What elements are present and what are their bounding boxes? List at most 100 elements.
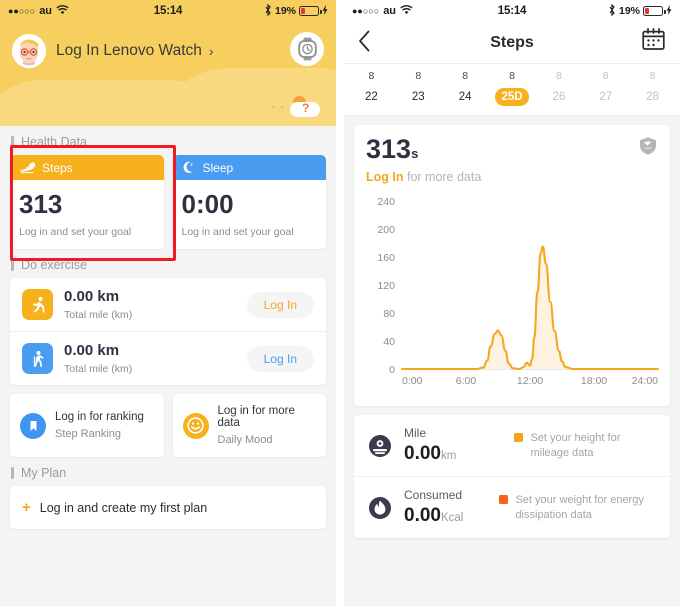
battery-icon bbox=[299, 6, 322, 16]
calendar-icon[interactable] bbox=[641, 28, 666, 57]
profile-hero-banner: Log In Lenovo Watch › - - ? bbox=[0, 22, 336, 126]
y-tick-label: 240 bbox=[377, 196, 395, 208]
chart-card-header: 313s Log In for more data bbox=[366, 136, 658, 184]
chart-line bbox=[400, 245, 660, 371]
steps-card-body: 313 Log in and set your goal bbox=[10, 180, 164, 249]
watch-device-button[interactable] bbox=[290, 32, 324, 66]
metric-warning: Set your weight for energy dissipation d… bbox=[499, 493, 657, 523]
weather-sun-cloud-icon: ? bbox=[288, 96, 322, 118]
warning-text: Set your weight for energy dissipation d… bbox=[515, 493, 644, 521]
chevron-right-icon: › bbox=[208, 43, 214, 59]
date-cell-24[interactable]: 8 24 bbox=[442, 70, 489, 106]
steps-card-label: Steps bbox=[42, 160, 73, 175]
date-month-label: 8 bbox=[509, 70, 515, 82]
charging-bolt-icon bbox=[666, 4, 672, 18]
sleep-card-header: z Sleep bbox=[172, 155, 326, 180]
plus-icon: + bbox=[22, 499, 31, 516]
metric-label: Consumed bbox=[404, 488, 463, 502]
daily-mood-text: Log in for more data Daily Mood bbox=[218, 405, 317, 446]
metric-row-consumed[interactable]: Consumed 0.00Kcal Set your weight for ener… bbox=[354, 476, 670, 538]
section-bar-icon bbox=[11, 467, 14, 479]
health-data-section-title: Health Data bbox=[0, 126, 336, 155]
metric-value: 0.00km bbox=[404, 443, 457, 464]
battery-percent-label: 19% bbox=[275, 5, 297, 17]
chart-login-prompt[interactable]: Log In for more data bbox=[366, 170, 481, 184]
login-title-label: Log In Lenovo Watch bbox=[56, 42, 202, 59]
y-tick-label: 160 bbox=[377, 252, 395, 264]
date-day-label: 28 bbox=[646, 91, 659, 103]
x-tick-label: 18:00 bbox=[581, 375, 607, 387]
signal-dots-icon: ●●○○○ bbox=[352, 5, 380, 16]
date-cell-27[interactable]: 8 27 bbox=[582, 70, 629, 106]
date-month-label: 8 bbox=[649, 70, 656, 82]
carrier-label: au bbox=[383, 5, 397, 17]
metric-value: 0.00Kcal bbox=[404, 505, 464, 526]
running-distance-label: Total mile (km) bbox=[64, 309, 133, 321]
bluetooth-icon bbox=[264, 3, 272, 19]
step-ranking-card[interactable]: Log in for ranking Step Ranking bbox=[10, 394, 164, 457]
exercise-section-title: Do exercise bbox=[0, 249, 336, 278]
walking-login-button[interactable]: Log In bbox=[246, 345, 314, 372]
wifi-icon bbox=[400, 4, 413, 18]
chart-area-fill bbox=[402, 246, 658, 369]
user-avatar-icon[interactable] bbox=[12, 34, 46, 68]
date-day-label: 23 bbox=[411, 91, 425, 103]
weather-widget[interactable]: - - ? bbox=[272, 96, 322, 118]
login-title-row[interactable]: Log In Lenovo Watch › bbox=[56, 42, 214, 60]
x-tick-label: 12:00 bbox=[517, 375, 543, 387]
svg-text:z: z bbox=[190, 162, 193, 168]
shoe-icon bbox=[20, 162, 36, 174]
chart-steps-unit: s bbox=[411, 146, 419, 161]
achievement-shield-icon[interactable] bbox=[638, 136, 658, 161]
metric-row-mile[interactable]: Mile 0.00km Set your height for mileage da… bbox=[354, 415, 670, 476]
weather-temp-label: - - bbox=[271, 101, 285, 113]
section-bar-icon bbox=[11, 259, 14, 271]
mile-pin-icon bbox=[367, 433, 393, 459]
warning-text: Set your height for mileage data bbox=[530, 431, 621, 459]
exercise-card: 0.00 km Total mile (km) Log In 0.00 km T… bbox=[10, 278, 326, 385]
create-plan-label: Log in and create my first plan bbox=[39, 500, 208, 515]
metrics-card: Mile 0.00km Set your height for mileage da… bbox=[354, 415, 670, 538]
my-plan-section-title: My Plan bbox=[0, 457, 336, 486]
metric-label: Mile bbox=[404, 426, 427, 440]
step-ranking-line2: Step Ranking bbox=[55, 428, 122, 440]
exercise-row-walking[interactable]: 0.00 km Total mile (km) Log In bbox=[10, 331, 326, 385]
y-tick-label: 200 bbox=[377, 224, 395, 236]
x-tick-label: 24:00 bbox=[632, 375, 658, 387]
watch-icon bbox=[297, 37, 317, 61]
left-phone-screen: ●●○○○ au 15:14 19% Log In Lenovo Watch ›… bbox=[0, 0, 336, 606]
create-plan-card[interactable]: + Log in and create my first plan bbox=[10, 486, 326, 529]
battery-percent-label: 19% bbox=[619, 5, 641, 17]
date-cell-28[interactable]: 8 28 bbox=[629, 70, 676, 106]
status-bar-left: ●●○○○ au 15:14 19% bbox=[0, 0, 336, 22]
running-login-button[interactable]: Log In bbox=[246, 291, 314, 318]
date-cell-25D[interactable]: 8 25D bbox=[489, 70, 536, 106]
chart-login-link[interactable]: Log In bbox=[366, 170, 404, 184]
y-tick-label: 120 bbox=[377, 280, 395, 292]
y-tick-label: 0 bbox=[389, 364, 395, 376]
warning-square-icon bbox=[514, 432, 524, 442]
steps-area-chart: 0 40 80 120 160 200 240 0:00 6:00 12:00 18:00 24:00 bbox=[366, 193, 660, 398]
date-cell-26[interactable]: 8 26 bbox=[535, 70, 582, 106]
back-chevron-icon[interactable] bbox=[358, 30, 371, 56]
warning-square-icon bbox=[499, 494, 509, 504]
dual-screenshot: ●●○○○ au 15:14 19% Log In Lenovo Watch ›… bbox=[0, 0, 680, 606]
steps-card[interactable]: Steps 313 Log in and set your goal bbox=[10, 155, 164, 249]
date-cell-22[interactable]: 8 22 bbox=[348, 70, 395, 106]
metric-warning: Set your height for mileage data bbox=[514, 431, 657, 461]
date-cell-23[interactable]: 8 23 bbox=[395, 70, 442, 106]
sleep-card[interactable]: z Sleep 0:00 Log in and set your goal bbox=[172, 155, 326, 249]
daily-mood-card[interactable]: Log in for more data Daily Mood bbox=[172, 394, 326, 457]
walking-text: 0.00 km Total mile (km) bbox=[64, 342, 236, 375]
steps-chart-card: 313s Log In for more data 0 40 80 120 160 200… bbox=[354, 125, 670, 406]
exercise-row-running[interactable]: 0.00 km Total mile (km) Log In bbox=[10, 278, 326, 331]
date-strip[interactable]: 8 22 8 23 8 24 8 25D 8 26 8 27 8 28 bbox=[344, 64, 680, 116]
login-row[interactable]: Log In Lenovo Watch › bbox=[0, 22, 336, 68]
chart-summary: 313s Log In for more data bbox=[366, 136, 481, 185]
sleep-card-label: Sleep bbox=[202, 160, 234, 175]
my-plan-label: My Plan bbox=[21, 466, 67, 480]
date-day-label: 27 bbox=[599, 91, 613, 103]
steps-nav-bar: Steps bbox=[344, 22, 680, 64]
running-distance-value: 0.00 km bbox=[64, 288, 120, 305]
date-month-label: 8 bbox=[555, 70, 562, 82]
